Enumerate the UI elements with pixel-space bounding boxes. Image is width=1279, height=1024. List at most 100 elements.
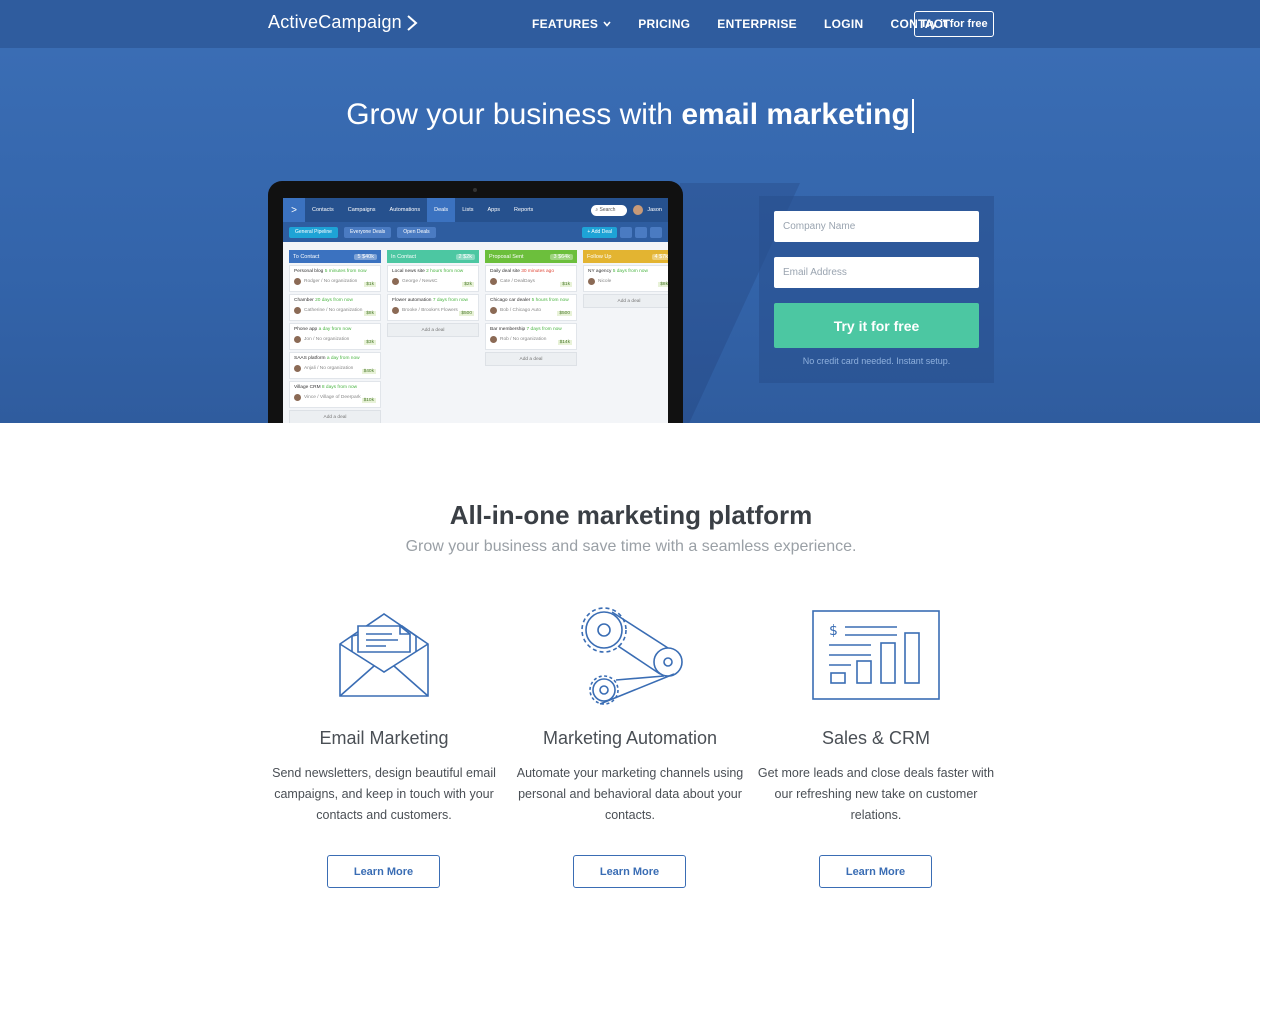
envelope-icon	[264, 595, 504, 715]
deal-title: Phone app	[294, 327, 318, 332]
column-count-value: 4	[654, 253, 658, 260]
deal-board: To Contact 5 $40k Personal blog 5 minutes …	[283, 242, 668, 423]
brand-logo[interactable]: ActiveCampaign	[268, 12, 418, 33]
deal-due: 5 days from now	[612, 269, 648, 274]
deal-due: 7 days from now	[526, 327, 562, 332]
avatar	[392, 278, 399, 285]
app-user: Jason	[647, 207, 662, 213]
deal-card: Personal blog 5 minutes from now Rodger /…	[289, 265, 381, 292]
deal-title: Chicago car dealer	[490, 298, 531, 303]
deal-title: Bar membership	[490, 327, 526, 332]
deal-person: George / NewsC	[402, 279, 438, 284]
deal-amount: $3k	[364, 340, 376, 345]
nav-try-free-button[interactable]: Try it for free	[914, 11, 994, 37]
column-count: 2 $2k	[455, 253, 475, 260]
deal-title: Flower automation	[392, 298, 432, 303]
deal-due: 2 hours from now	[426, 269, 464, 274]
list-view-icon	[635, 226, 647, 238]
email-input[interactable]	[774, 257, 979, 288]
avatar	[490, 307, 497, 314]
deal-title: Chamber	[294, 298, 314, 303]
nav-enterprise[interactable]: ENTERPRISE	[717, 17, 797, 31]
board-column: Proposal Sent 3 $64k Daily deal site 30 mi…	[485, 250, 577, 366]
deal-person: Brooke / Brooke's Flowers	[402, 308, 458, 313]
app-search-label: Search	[599, 207, 616, 213]
deal-due: 30 minutes ago	[521, 269, 555, 274]
status-select: Open Deals	[397, 226, 436, 238]
column-amount: $40k	[362, 253, 374, 260]
deal-title-row: Personal blog 5 minutes from now	[294, 269, 376, 274]
column-header: Follow Up 4 $7k	[583, 250, 668, 263]
column-name: To Contact	[293, 253, 320, 260]
deal-person: Jon / No organization	[304, 337, 350, 342]
feature-description: Automate your marketing channels using p…	[516, 766, 744, 822]
app-nav-item: Automations	[389, 207, 421, 213]
sales-chart-icon: $	[756, 595, 996, 715]
grid-view-icon	[650, 226, 662, 238]
deal-due: a day from now	[318, 327, 352, 332]
nav-login[interactable]: LOGIN	[824, 17, 864, 31]
deal-amount: $1k	[364, 282, 376, 287]
hero-title-prefix: Grow your business with	[346, 98, 682, 131]
deal-amount: $14k	[557, 340, 572, 345]
deal-person: Vince / Village of Deerpark	[304, 395, 361, 400]
deal-amount: $1k	[560, 282, 572, 287]
signup-submit-button[interactable]: Try it for free	[774, 303, 979, 348]
app-nav-item: Campaigns	[347, 207, 376, 213]
laptop-camera	[473, 188, 477, 192]
app-nav-item: Reports	[514, 207, 534, 213]
svg-text:$: $	[829, 623, 838, 639]
feature-title: Email Marketing	[319, 728, 449, 748]
deal-title: Local news site	[392, 269, 425, 274]
deal-amount: $10k	[361, 398, 376, 403]
signup-form: Try it for free No credit card needed. I…	[759, 196, 994, 383]
nav-features[interactable]: FEATURES	[532, 17, 611, 31]
deal-card: NY agency 5 days from now Nicole $8k	[583, 265, 668, 292]
deal-due: 5 hours from now	[531, 298, 569, 303]
deal-title: Personal blog	[294, 269, 324, 274]
toolbar-right: + Add Deal	[582, 226, 662, 238]
deal-title-row: Phone app a day from now	[294, 327, 376, 332]
deal-title-row: Flower automation 7 days from now	[392, 298, 474, 303]
avatar	[490, 336, 497, 343]
column-count-value: 3	[553, 253, 557, 260]
learn-more-email-button[interactable]: Learn More	[327, 855, 440, 888]
app-screenshot: > Contacts Campaigns Automations Deals L…	[283, 198, 668, 423]
deal-title-row: Daily deal site 30 minutes ago	[490, 269, 572, 274]
gear-icon	[620, 226, 632, 238]
app-nav-item-active: Deals	[427, 198, 456, 222]
avatar	[392, 307, 399, 314]
app-search: ⌕ Search	[591, 204, 628, 216]
app-logo-icon: >	[283, 198, 305, 222]
learn-more-crm-button[interactable]: Learn More	[819, 855, 932, 888]
add-deal-card: Add a deal	[387, 323, 479, 337]
feature-title: Sales & CRM	[821, 728, 931, 748]
deal-card: Bar membership 7 days from now Rob / No o…	[485, 323, 577, 350]
logo-chevron-icon	[407, 14, 418, 31]
deal-due: 20 days from now	[315, 298, 353, 303]
deal-amount: $8k	[658, 282, 668, 287]
nav-pricing[interactable]: PRICING	[638, 17, 690, 31]
app-nav-item: Contacts	[312, 207, 334, 213]
deal-card: Flower automation 7 days from now Brooke …	[387, 294, 479, 321]
company-name-input[interactable]	[774, 211, 979, 242]
deal-person: Catherine / No organization	[304, 308, 363, 313]
section-title: All-in-one marketing platform	[449, 500, 813, 530]
column-amount: $64k	[558, 253, 570, 260]
board-column: In Contact 2 $2k Local news site 2 hours f…	[387, 250, 479, 337]
deal-title-row: Bar membership 7 days from now	[490, 327, 572, 332]
deal-amount: $500	[459, 311, 474, 316]
deal-title-row: SAAS platform a day from now	[294, 356, 376, 361]
learn-more-automation-button[interactable]: Learn More	[573, 855, 686, 888]
feature-description: Get more leads and close deals faster wi…	[757, 766, 995, 822]
avatar	[588, 278, 595, 285]
column-count-value: 5	[357, 253, 361, 260]
deal-title: NY agency	[588, 269, 612, 274]
app-nav-item: Lists	[462, 207, 474, 213]
pipeline-select: General Pipeline	[289, 226, 338, 238]
deal-person: Cate / DealDays	[500, 279, 535, 284]
deal-person: Rodger / No organization	[304, 279, 358, 284]
gears-icon	[510, 595, 750, 715]
board-column: To Contact 5 $40k Personal blog 5 minutes …	[289, 250, 381, 423]
column-name: Proposal Sent	[489, 253, 524, 260]
